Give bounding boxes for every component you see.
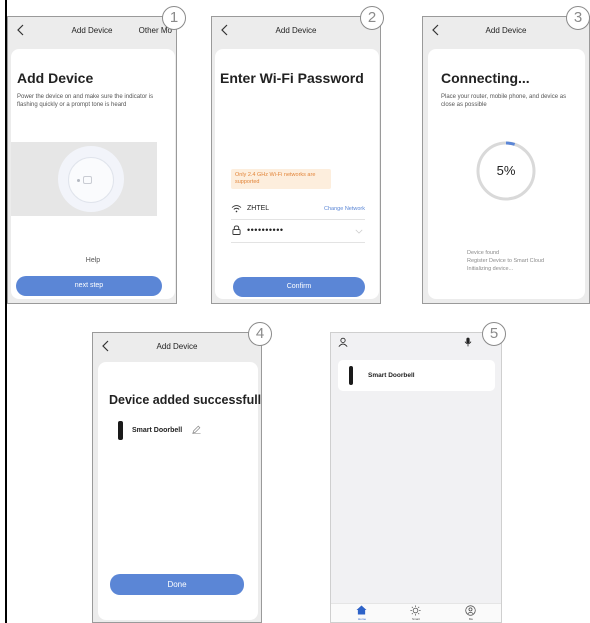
network-name: ZHTEL	[247, 205, 270, 212]
bottom-navigation: Home Smart Me	[331, 603, 501, 622]
screen-title: Add Device	[156, 342, 198, 351]
nav-me-label: Me	[468, 617, 474, 621]
device-name: Smart Doorbell	[368, 372, 415, 379]
page-heading: Enter Wi-Fi Password	[220, 70, 364, 86]
chevron-down-icon[interactable]	[355, 229, 363, 234]
status-step-1: Device found	[467, 250, 500, 256]
edit-pencil-icon[interactable]	[192, 425, 201, 434]
instruction-text: Power the device on and make sure the in…	[17, 94, 154, 108]
password-field[interactable]: ••••••••••	[247, 225, 284, 235]
done-button[interactable]: Done	[110, 574, 244, 595]
frequency-notice: Only 2.4 GHz Wi-Fi networks are supporte…	[231, 169, 331, 189]
password-divider	[231, 242, 365, 243]
screen-1-add-device: Add Device Other Mo Add Device Power the…	[7, 16, 177, 304]
screen-2-header: Add Device	[212, 17, 380, 43]
screen-4-device-added: Add Device Device added successfully Sma…	[92, 332, 262, 623]
wifi-icon	[231, 205, 242, 213]
status-step-2: Register Device to Smart Cloud	[467, 258, 545, 264]
nav-home[interactable]: Home	[350, 604, 374, 622]
page-heading: Device added successfully	[109, 393, 262, 407]
step-number-badge-2: 2	[360, 6, 384, 30]
nav-home-label: Home	[357, 617, 366, 621]
screen-1-header: Add Device Other Mo	[8, 17, 176, 43]
device-face	[68, 157, 114, 203]
success-card: Device added successfully Smart Doorbell…	[98, 362, 261, 620]
doorbell-device-icon	[349, 366, 353, 385]
device-card[interactable]: Smart Doorbell	[338, 360, 495, 391]
nav-smart[interactable]: Smart	[404, 604, 428, 622]
screen-3-header: Add Device	[423, 17, 589, 43]
step-number-badge-1: 1	[162, 6, 186, 30]
screen-5-home: Smart Doorbell Home Smart Me	[330, 332, 502, 623]
user-profile-icon[interactable]	[338, 337, 348, 347]
nav-me[interactable]: Me	[459, 604, 483, 622]
screen-3-connecting: Add Device Connecting... Place your rout…	[422, 16, 590, 304]
wifi-password-card: Enter Wi-Fi Password Only 2.4 GHz Wi-Fi …	[215, 49, 379, 299]
step-number-badge-3: 3	[566, 6, 590, 30]
page-heading: Add Device	[17, 70, 94, 86]
screen-4-header: Add Device	[93, 333, 261, 359]
nav-smart-label: Smart	[411, 617, 420, 621]
device-name: Smart Doorbell	[132, 427, 183, 434]
add-device-card: Add Device Power the device on and make …	[11, 49, 175, 299]
screen-title: Add Device	[485, 26, 527, 35]
setup-steps-figure: Add Device Other Mo Add Device Power the…	[0, 0, 590, 623]
screen-2-wifi-password: Add Device Enter Wi-Fi Password Only 2.4…	[211, 16, 381, 304]
sun-icon	[410, 605, 421, 616]
me-profile-icon	[465, 605, 476, 616]
doorbell-device-icon	[118, 421, 123, 440]
home-icon	[356, 605, 367, 615]
help-link[interactable]: Help	[11, 257, 175, 264]
change-network-link[interactable]: Change Network	[324, 206, 365, 212]
lock-icon	[232, 225, 241, 235]
next-step-button[interactable]: next step	[16, 276, 162, 296]
network-divider	[231, 219, 365, 220]
step-number-badge-5: 5	[482, 322, 506, 346]
placement-hint: Place your router, mobile phone, and dev…	[441, 94, 567, 108]
page-heading: Connecting...	[441, 70, 530, 86]
device-illustration	[11, 142, 157, 216]
progress-percent: 5%	[496, 163, 516, 178]
microphone-icon[interactable]	[464, 337, 472, 347]
connecting-card: Connecting... Place your router, mobile …	[428, 49, 585, 299]
screen-title: Add Device	[275, 26, 317, 35]
step-number-badge-4: 4	[248, 322, 272, 346]
status-step-3: Initializing device...	[467, 266, 514, 272]
confirm-button[interactable]: Confirm	[233, 277, 365, 297]
